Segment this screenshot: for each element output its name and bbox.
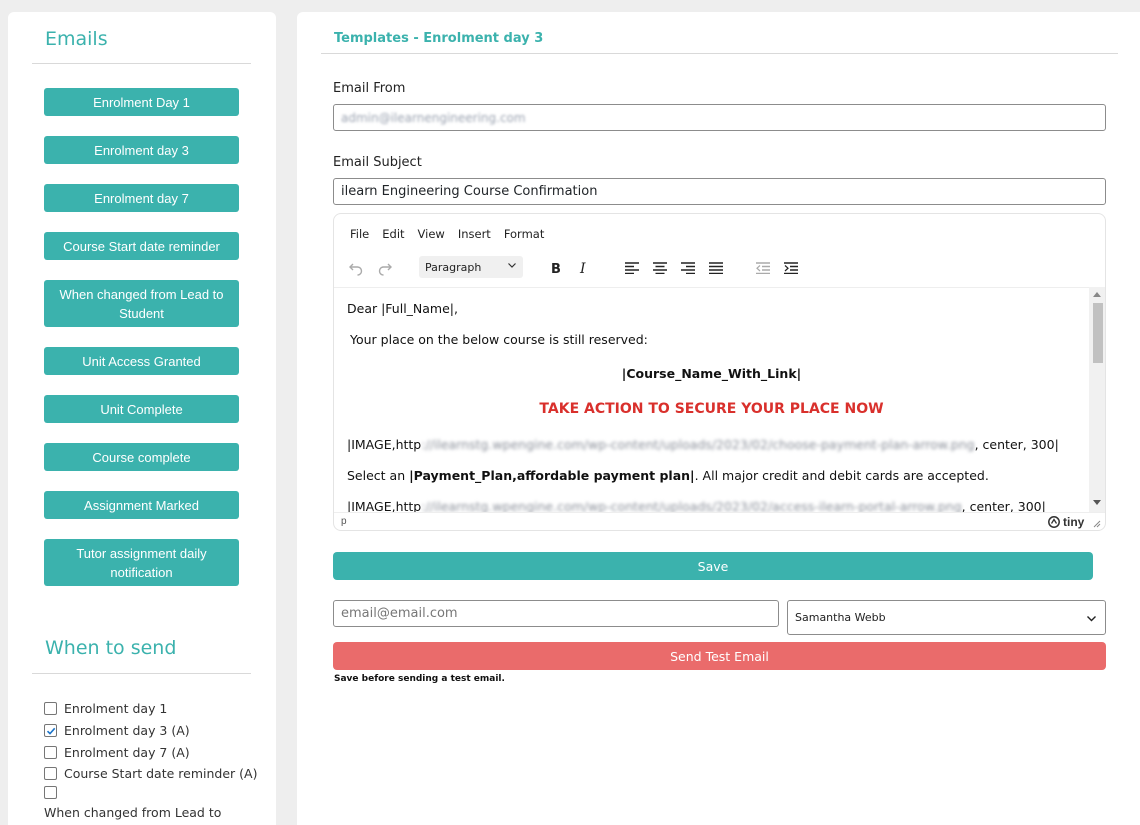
- emails-sidebar: Emails Enrolment Day 1 Enrolment day 3 E…: [8, 12, 276, 825]
- email-button-unit-complete[interactable]: Unit Complete: [44, 395, 239, 423]
- when-option-label: When changed from Lead to: [44, 805, 222, 820]
- send-test-email-button[interactable]: Send Test Email: [333, 642, 1106, 670]
- align-justify-icon[interactable]: [706, 258, 726, 278]
- email-button-course-complete[interactable]: Course complete: [44, 443, 239, 471]
- checkmark-icon: [46, 727, 55, 735]
- rich-text-editor: File Edit View Insert Format Paragraph B: [333, 213, 1106, 531]
- email-subject-field[interactable]: ilearn Engineering Course Confirmation: [333, 178, 1106, 205]
- when-option: Enrolment day 1: [44, 701, 167, 716]
- scroll-down-icon: [1093, 500, 1101, 505]
- menu-edit[interactable]: Edit: [382, 227, 404, 241]
- resize-handle-icon: [1093, 520, 1101, 528]
- when-option-label: Enrolment day 3 (A): [64, 723, 190, 738]
- indent-icon[interactable]: [781, 258, 801, 278]
- when-to-send-heading: When to send: [45, 637, 177, 659]
- email-button-tutor-daily-notification[interactable]: Tutor assignment daily notification: [44, 539, 239, 586]
- menu-view[interactable]: View: [418, 227, 445, 241]
- redo-icon[interactable]: [375, 258, 395, 278]
- editor-statusbar: p tiny: [334, 512, 1105, 530]
- menu-insert[interactable]: Insert: [458, 227, 491, 241]
- image-prefix: |IMAGE,http: [347, 437, 422, 452]
- image-suffix: , center, 300|: [974, 437, 1059, 452]
- select-suffix: . All major credit and debit cards are a…: [694, 468, 989, 483]
- svg-text:I: I: [579, 261, 586, 275]
- editor-toolbar: Paragraph B I: [334, 252, 1105, 284]
- image-placeholder-1: |IMAGE,http://ilearnstg.wpengine.com/wp-…: [347, 437, 1059, 452]
- tiny-icon: [1048, 516, 1060, 528]
- menu-file[interactable]: File: [350, 227, 369, 241]
- italic-icon[interactable]: I: [574, 258, 594, 278]
- email-from-field[interactable]: admin@ilearnengineering.com: [333, 104, 1106, 131]
- image-url: ://ilearnstg.wpengine.com/wp-content/upl…: [421, 499, 962, 512]
- page-title: Templates - Enrolment day 3: [334, 31, 544, 46]
- select-prefix: Select an: [347, 468, 410, 483]
- align-center-icon[interactable]: [650, 258, 670, 278]
- image-suffix: , center, 300|: [961, 499, 1046, 512]
- when-option: Course Start date reminder (A): [44, 766, 257, 781]
- payment-plan-placeholder: |Payment_Plan,affordable payment plan|: [409, 468, 695, 483]
- divider: [32, 673, 251, 674]
- email-button-course-start-reminder[interactable]: Course Start date reminder: [44, 232, 239, 260]
- reserved-text: Your place on the below course is still …: [350, 332, 648, 347]
- email-button-assignment-marked[interactable]: Assignment Marked: [44, 491, 239, 519]
- checkbox-checked[interactable]: [44, 724, 57, 737]
- align-right-icon[interactable]: [678, 258, 698, 278]
- save-button[interactable]: Save: [333, 552, 1093, 580]
- when-option-label: Enrolment day 1: [64, 701, 168, 716]
- editor-menubar: File Edit View Insert Format: [350, 227, 544, 241]
- image-placeholder-2: |IMAGE,http://ilearnstg.wpengine.com/wp-…: [347, 499, 1046, 512]
- align-left-icon[interactable]: [622, 258, 642, 278]
- email-button-enrolment-day-3[interactable]: Enrolment day 3: [44, 136, 239, 164]
- email-button-lead-to-student[interactable]: When changed from Lead to Student: [44, 280, 239, 327]
- greeting-text: Dear |Full_Name|,: [347, 301, 458, 316]
- undo-icon[interactable]: [346, 258, 366, 278]
- test-user-select[interactable]: Samantha Webb: [787, 600, 1106, 635]
- template-editor-panel: Templates - Enrolment day 3 Email From a…: [297, 12, 1140, 825]
- when-option: Enrolment day 7 (A): [44, 745, 190, 760]
- element-path[interactable]: p: [341, 516, 347, 527]
- when-option: [44, 786, 64, 799]
- tiny-brand-text: tiny: [1063, 515, 1085, 529]
- scroll-up-icon: [1093, 292, 1101, 297]
- chevron-down-icon: [1086, 613, 1097, 627]
- checkbox[interactable]: [44, 746, 57, 759]
- test-email-input[interactable]: email@email.com: [333, 600, 779, 627]
- cta-heading: TAKE ACTION TO SECURE YOUR PLACE NOW: [539, 401, 884, 417]
- divider: [32, 63, 251, 64]
- emails-heading: Emails: [45, 28, 108, 50]
- when-option-label: Course Start date reminder (A): [64, 766, 258, 781]
- checkbox[interactable]: [44, 786, 57, 799]
- chevron-down-icon: [507, 260, 517, 273]
- email-subject-value: ilearn Engineering Course Confirmation: [341, 184, 598, 199]
- email-button-enrolment-day-7[interactable]: Enrolment day 7: [44, 184, 239, 212]
- checkbox[interactable]: [44, 702, 57, 715]
- image-url: ://ilearnstg.wpengine.com/wp-content/upl…: [421, 437, 975, 452]
- test-email-placeholder: email@email.com: [341, 606, 458, 621]
- email-button-unit-access-granted[interactable]: Unit Access Granted: [44, 347, 239, 375]
- outdent-icon[interactable]: [753, 258, 773, 278]
- checkbox[interactable]: [44, 767, 57, 780]
- tiny-logo[interactable]: tiny: [1048, 515, 1084, 529]
- email-from-label: Email From: [333, 81, 406, 96]
- test-user-value: Samantha Webb: [795, 611, 886, 624]
- save-hint-text: Save before sending a test email.: [334, 674, 505, 684]
- payment-plan-text: Select an |Payment_Plan,affordable payme…: [347, 468, 989, 483]
- editor-content[interactable]: Dear |Full_Name|, Your place on the belo…: [334, 287, 1089, 512]
- when-option-label: Enrolment day 7 (A): [64, 745, 190, 760]
- divider: [321, 53, 1118, 54]
- scroll-thumb[interactable]: [1093, 303, 1103, 363]
- email-button-enrolment-day-1[interactable]: Enrolment Day 1: [44, 88, 239, 116]
- menu-format[interactable]: Format: [504, 227, 545, 241]
- bold-icon[interactable]: B: [546, 258, 566, 278]
- when-option: Enrolment day 3 (A): [44, 723, 190, 738]
- image-prefix: |IMAGE,http: [347, 499, 422, 512]
- editor-scrollbar[interactable]: [1089, 287, 1105, 512]
- block-format-value: Paragraph: [425, 260, 482, 274]
- block-format-select[interactable]: Paragraph: [419, 256, 523, 278]
- svg-text:B: B: [551, 262, 561, 275]
- course-link-placeholder: |Course_Name_With_Link|: [621, 366, 802, 381]
- email-from-value: admin@ilearnengineering.com: [341, 110, 526, 125]
- email-subject-label: Email Subject: [333, 155, 422, 170]
